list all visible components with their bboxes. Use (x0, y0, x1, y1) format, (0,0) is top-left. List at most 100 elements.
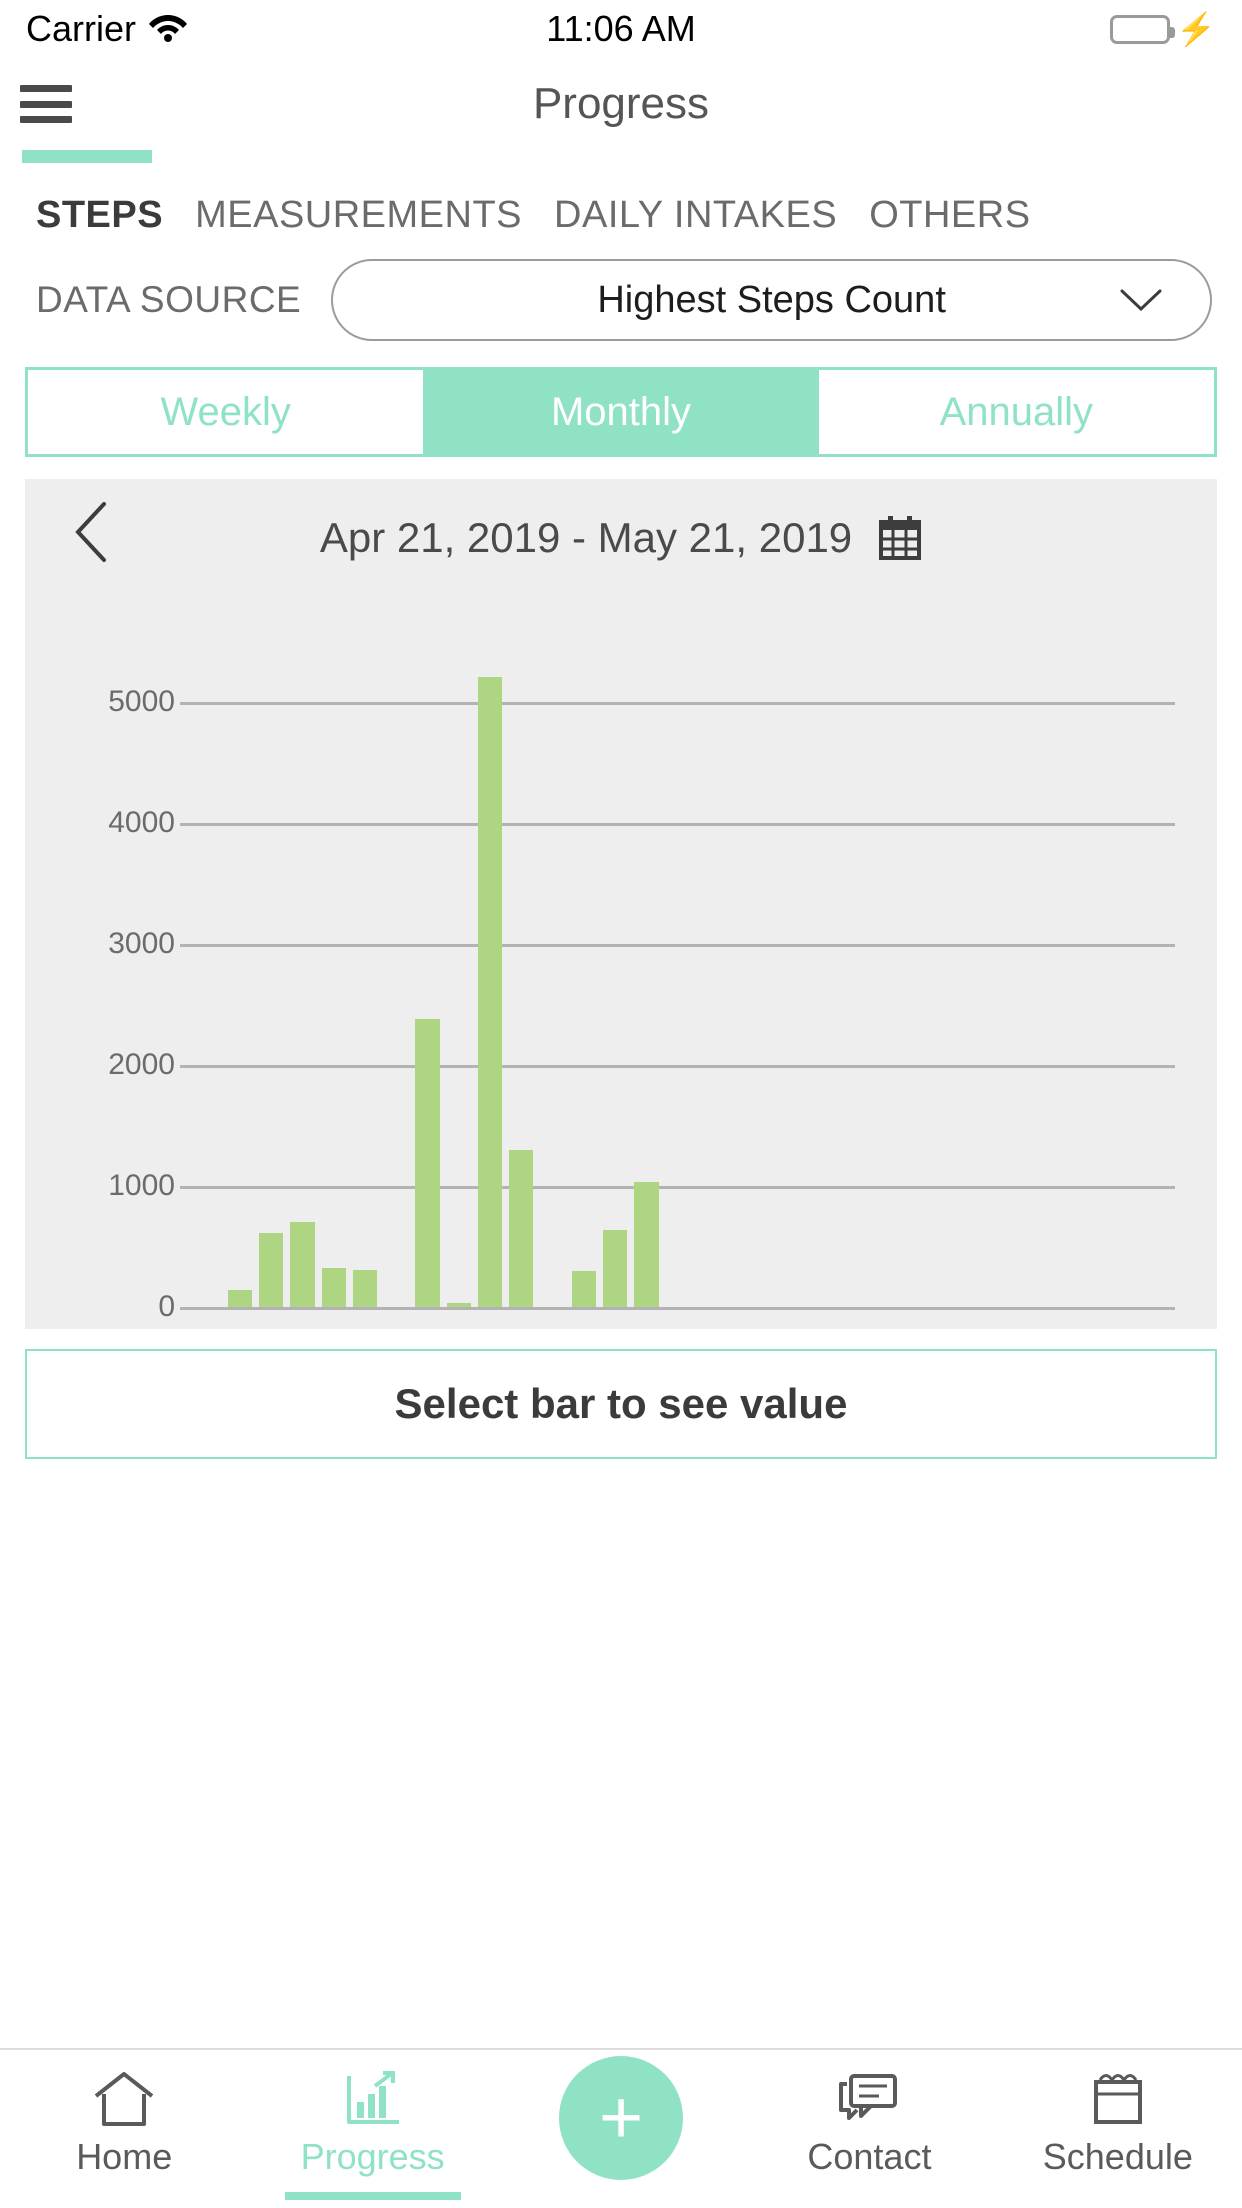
calendar-icon[interactable] (878, 515, 922, 561)
select-bar-text: Select bar to see value (394, 1380, 848, 1427)
gridline (180, 1307, 1175, 1310)
bottom-tab-contact[interactable]: Contact (745, 2050, 993, 2208)
chart-bar-slot[interactable] (631, 629, 662, 1307)
chart-bar[interactable] (352, 1270, 378, 1307)
y-axis-tick-label: 2000 (108, 1047, 175, 1081)
tab-measurements[interactable]: MEASUREMENTS (195, 194, 522, 237)
data-source-value: Highest Steps Count (597, 278, 946, 321)
chart-bar-slot[interactable] (1006, 629, 1037, 1307)
chart-bar-slot[interactable] (943, 629, 974, 1307)
bottom-tab-home-label: Home (76, 2136, 173, 2177)
chart-bar-slot[interactable] (881, 629, 912, 1307)
segment-weekly[interactable]: Weekly (28, 370, 424, 454)
chart-bar-slot[interactable] (787, 629, 818, 1307)
chart-bar-slot[interactable] (568, 629, 599, 1307)
top-tabs: STEPS MEASUREMENTS DAILY INTAKES OTHERS (0, 150, 1242, 237)
data-source-label: DATA SOURCE (36, 279, 302, 320)
chart-bar[interactable] (321, 1268, 346, 1307)
bottom-tab-active-underline (284, 2192, 461, 2200)
chart-bar-slot[interactable] (725, 629, 756, 1307)
fab-slot: + (497, 2050, 745, 2180)
page-title: Progress (532, 79, 710, 128)
status-bar: Carrier 11:06 AM ⚡ (0, 0, 1242, 58)
y-axis-tick-label: 0 (158, 1290, 175, 1323)
chart-bar-slot[interactable] (318, 629, 349, 1307)
chart-bar[interactable] (634, 1182, 659, 1307)
chart-bar-slot[interactable] (287, 629, 318, 1307)
chevron-left-icon[interactable] (73, 501, 109, 563)
hamburger-menu-icon[interactable] (20, 85, 72, 123)
chart-bar-slot[interactable] (412, 629, 443, 1307)
chart-bar-slot[interactable] (912, 629, 943, 1307)
chart-bar-slot[interactable] (693, 629, 724, 1307)
chart-bar[interactable] (509, 1149, 534, 1307)
chart-bars[interactable] (193, 629, 1162, 1307)
chat-bubbles-icon (837, 2068, 901, 2130)
chart-bar-slot[interactable] (443, 629, 474, 1307)
chart-bar[interactable] (446, 1303, 471, 1307)
chart-bar[interactable] (477, 677, 503, 1307)
chart-bar-slot[interactable] (224, 629, 255, 1307)
add-button[interactable]: + (559, 2056, 684, 2180)
active-tab-indicator (22, 150, 152, 163)
date-range-label: Apr 21, 2019 - May 21, 2019 (319, 514, 853, 561)
navigation-bar: Progress (0, 58, 1242, 150)
y-axis-tick-label: 3000 (108, 926, 175, 960)
chart-bar-slot[interactable] (1068, 629, 1099, 1307)
date-range-row: Apr 21, 2019 - May 21, 2019 (25, 479, 1217, 571)
chart-card: Apr 21, 2019 - May 21, 2019 0 1000 2000 … (25, 479, 1217, 1329)
segment-annually[interactable]: Annually (818, 370, 1214, 454)
chart-bar-slot[interactable] (850, 629, 881, 1307)
data-source-row: DATA SOURCE Highest Steps Count (0, 237, 1242, 341)
chart-bar[interactable] (258, 1232, 284, 1307)
plus-icon: + (598, 2075, 644, 2160)
bottom-tab-home[interactable]: Home (0, 2050, 248, 2208)
app-screen: Carrier 11:06 AM ⚡ Progress STEPS MEASUR (0, 0, 1242, 2208)
battery-icon (1110, 14, 1176, 44)
bottom-tab-bar: Home Progress + Contact Schedule (0, 2048, 1242, 2208)
chart-bar-slot[interactable] (381, 629, 412, 1307)
select-bar-banner[interactable]: Select bar to see value (25, 1349, 1217, 1459)
chart-bar-slot[interactable] (1100, 629, 1131, 1307)
chart-bar[interactable] (571, 1271, 596, 1307)
chevron-down-icon (1120, 289, 1162, 311)
chart-bar-slot[interactable] (474, 629, 505, 1307)
tab-daily-intakes[interactable]: DAILY INTAKES (554, 194, 837, 237)
bar-chart-plot[interactable]: 0 1000 2000 3000 4000 5000 (25, 629, 1217, 1323)
chart-bar[interactable] (227, 1290, 253, 1307)
bottom-tab-schedule-label: Schedule (1042, 2136, 1193, 2177)
calendar-icon (1086, 2068, 1150, 2130)
y-axis-tick-label: 4000 (108, 805, 175, 839)
date-range-center: Apr 21, 2019 - May 21, 2019 (25, 514, 1217, 562)
tab-steps[interactable]: STEPS (36, 194, 163, 237)
chart-bar-slot[interactable] (506, 629, 537, 1307)
chart-bar-slot[interactable] (599, 629, 630, 1307)
chart-bar[interactable] (290, 1221, 315, 1307)
chart-bar[interactable] (415, 1018, 440, 1307)
y-axis-tick-label: 1000 (108, 1168, 175, 1202)
status-bar-time: 11:06 AM (546, 8, 696, 49)
segment-monthly[interactable]: Monthly (423, 370, 819, 454)
chart-bar-slot[interactable] (1037, 629, 1068, 1307)
bottom-tab-progress-label: Progress (300, 2136, 445, 2177)
chart-bar-slot[interactable] (662, 629, 693, 1307)
bottom-tab-progress[interactable]: Progress (248, 2050, 496, 2208)
chart-bar-slot[interactable] (256, 629, 287, 1307)
home-icon (92, 2068, 156, 2130)
data-source-dropdown[interactable]: Highest Steps Count (331, 259, 1212, 341)
bottom-tab-schedule[interactable]: Schedule (994, 2050, 1242, 2208)
y-axis-tick-label: 5000 (108, 684, 175, 718)
chart-bar-slot[interactable] (1131, 629, 1162, 1307)
period-segmented-control: Weekly Monthly Annually (25, 367, 1217, 457)
chart-bar-slot[interactable] (975, 629, 1006, 1307)
bottom-tab-contact-label: Contact (807, 2136, 932, 2177)
chart-bar-slot[interactable] (537, 629, 568, 1307)
bar-chart-icon (341, 2068, 405, 2130)
top-tab-row: STEPS MEASUREMENTS DAILY INTAKES OTHERS (0, 158, 1242, 237)
chart-bar-slot[interactable] (818, 629, 849, 1307)
tab-others[interactable]: OTHERS (869, 194, 1030, 237)
chart-bar[interactable] (602, 1230, 628, 1307)
chart-bar-slot[interactable] (193, 629, 224, 1307)
chart-bar-slot[interactable] (756, 629, 787, 1307)
chart-bar-slot[interactable] (349, 629, 380, 1307)
